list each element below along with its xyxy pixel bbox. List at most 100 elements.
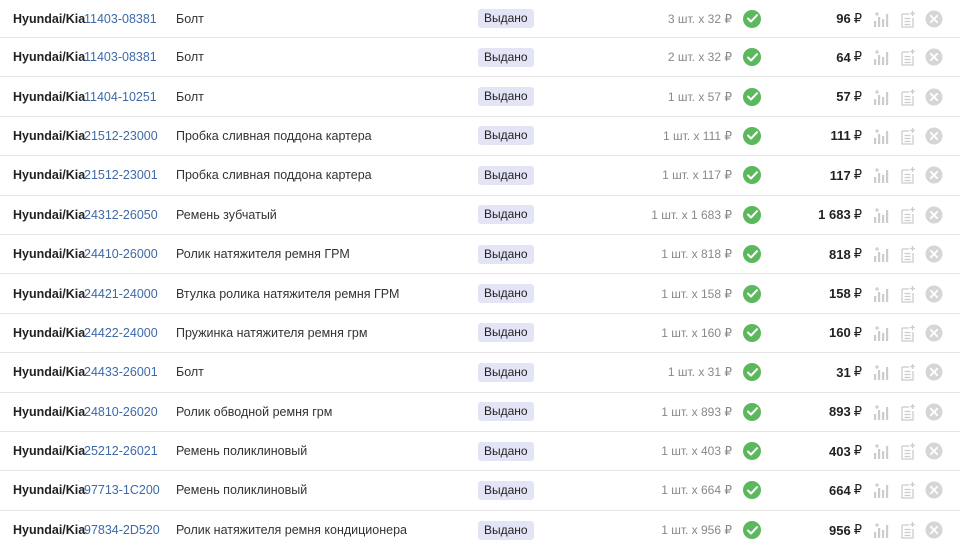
check-circle-icon [743, 117, 761, 155]
status-cell: Выдано [478, 235, 534, 273]
close-circle-icon[interactable] [925, 432, 943, 470]
quantity-text: 1 шт. х 1 683 ₽ [651, 207, 732, 222]
bar-chart-icon[interactable] [872, 314, 890, 352]
line-total: 117 ₽ [830, 156, 862, 194]
article-link[interactable]: 25212-26021 [84, 432, 158, 470]
price-value: 117 [829, 167, 851, 183]
status-cell: Выдано [478, 117, 534, 155]
close-circle-icon[interactable] [925, 38, 943, 76]
currency-symbol: ₽ [853, 127, 862, 143]
brand-name: Hyundai/Kia [13, 89, 86, 104]
article-link[interactable]: 21512-23001 [84, 156, 158, 194]
close-circle-icon[interactable] [925, 274, 943, 312]
note-add-icon[interactable] [899, 117, 917, 155]
brand-name: Hyundai/Kia [13, 247, 86, 262]
close-circle-icon[interactable] [925, 117, 943, 155]
status-badge: Выдано [478, 9, 534, 28]
article-link[interactable]: 97713-1C200 [84, 471, 160, 509]
currency-symbol: ₽ [853, 403, 862, 419]
article-link[interactable]: 24421-24000 [84, 274, 158, 312]
note-add-icon[interactable] [899, 0, 917, 37]
status-cell: Выдано [478, 432, 534, 470]
bar-chart-icon[interactable] [872, 156, 890, 194]
close-circle-icon[interactable] [925, 353, 943, 391]
price-value: 57 [836, 89, 851, 105]
order-items-table: Hyundai/Kia 11403-08381 Болт Выдано 3 шт… [0, 0, 960, 550]
table-row: Hyundai/Kia 25212-26021 Ремень поликлино… [0, 432, 960, 472]
line-total: 818 ₽ [829, 235, 862, 273]
table-row: Hyundai/Kia 24422-24000 Пружинка натяжит… [0, 314, 960, 354]
item-description: Болт [176, 365, 204, 380]
check-circle-icon [743, 511, 761, 550]
close-circle-icon[interactable] [925, 77, 943, 115]
close-circle-icon[interactable] [925, 235, 943, 273]
bar-chart-icon[interactable] [872, 471, 890, 509]
brand-name: Hyundai/Kia [13, 50, 86, 65]
close-circle-icon[interactable] [925, 156, 943, 194]
bar-chart-icon[interactable] [872, 117, 890, 155]
bar-chart-icon[interactable] [872, 0, 890, 37]
article-link[interactable]: 11404-10251 [84, 77, 157, 115]
currency-symbol: ₽ [853, 443, 862, 459]
bar-chart-icon[interactable] [872, 274, 890, 312]
close-circle-icon[interactable] [925, 314, 943, 352]
note-add-icon[interactable] [899, 471, 917, 509]
line-total: 160 ₽ [829, 314, 862, 352]
close-circle-icon[interactable] [925, 393, 943, 431]
bar-chart-icon[interactable] [872, 77, 890, 115]
bar-chart-icon[interactable] [872, 353, 890, 391]
brand-name: Hyundai/Kia [13, 207, 86, 222]
note-add-icon[interactable] [899, 156, 917, 194]
article-link[interactable]: 11403-08381 [84, 0, 157, 37]
note-add-icon[interactable] [899, 511, 917, 550]
line-total: 1 683 ₽ [818, 196, 862, 234]
note-add-icon[interactable] [899, 353, 917, 391]
note-add-icon[interactable] [899, 77, 917, 115]
status-cell: Выдано [478, 196, 534, 234]
note-add-icon[interactable] [899, 274, 917, 312]
table-row: Hyundai/Kia 11403-08381 Болт Выдано 2 шт… [0, 38, 960, 78]
check-circle-icon [743, 393, 761, 431]
brand-name: Hyundai/Kia [13, 523, 86, 538]
brand-name: Hyundai/Kia [13, 325, 86, 340]
quantity-text: 1 шт. х 403 ₽ [661, 444, 732, 459]
brand-name: Hyundai/Kia [13, 11, 86, 26]
currency-symbol: ₽ [853, 482, 862, 498]
article-link[interactable]: 97834-2D520 [84, 511, 160, 550]
article-link[interactable]: 24422-24000 [84, 314, 158, 352]
table-row: Hyundai/Kia 24312-26050 Ремень зубчатый … [0, 196, 960, 235]
item-description: Ремень поликлиновый [176, 444, 308, 459]
item-description: Пружинка натяжителя ремня грм [176, 325, 368, 340]
status-badge: Выдано [478, 402, 534, 422]
item-description: Ролик натяжителя ремня кондиционера [176, 523, 407, 538]
bar-chart-icon[interactable] [872, 196, 890, 234]
article-link[interactable]: 24810-26020 [84, 393, 158, 431]
check-circle-icon [743, 235, 761, 273]
article-link[interactable]: 24410-26000 [84, 235, 158, 273]
note-add-icon[interactable] [899, 235, 917, 273]
line-total: 57 ₽ [836, 77, 862, 115]
bar-chart-icon[interactable] [872, 393, 890, 431]
close-circle-icon[interactable] [925, 0, 943, 37]
note-add-icon[interactable] [899, 38, 917, 76]
note-add-icon[interactable] [899, 393, 917, 431]
close-circle-icon[interactable] [925, 511, 943, 550]
status-badge: Выдано [478, 284, 534, 304]
article-link[interactable]: 21512-23000 [84, 117, 158, 155]
check-circle-icon [743, 274, 761, 312]
close-circle-icon[interactable] [925, 196, 943, 234]
note-add-icon[interactable] [899, 196, 917, 234]
note-add-icon[interactable] [899, 432, 917, 470]
article-link[interactable]: 24433-26001 [84, 353, 158, 391]
bar-chart-icon[interactable] [872, 38, 890, 76]
close-circle-icon[interactable] [925, 471, 943, 509]
table-row: Hyundai/Kia 21512-23000 Пробка сливная п… [0, 117, 960, 157]
bar-chart-icon[interactable] [872, 432, 890, 470]
note-add-icon[interactable] [899, 314, 917, 352]
brand-name: Hyundai/Kia [13, 168, 86, 183]
bar-chart-icon[interactable] [872, 235, 890, 273]
quantity-text: 1 шт. х 893 ₽ [661, 404, 732, 419]
article-link[interactable]: 11403-08381 [84, 38, 157, 76]
article-link[interactable]: 24312-26050 [84, 196, 158, 234]
bar-chart-icon[interactable] [872, 511, 890, 550]
